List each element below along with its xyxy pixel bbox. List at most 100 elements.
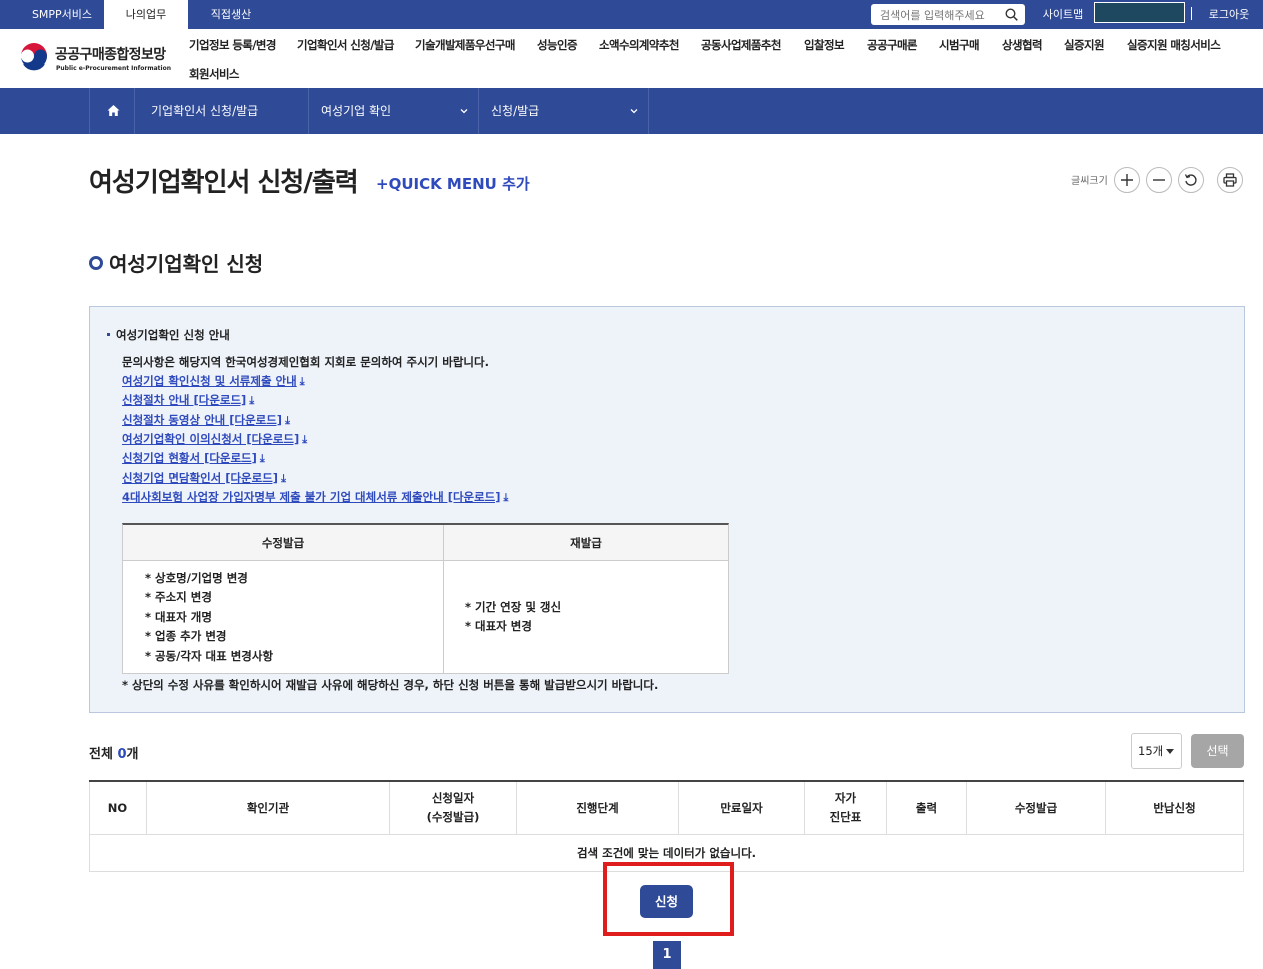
column-header-status: 진행단계 (517, 782, 679, 835)
search-input[interactable] (871, 5, 999, 26)
list-item: * 업종 추가 변경 (145, 629, 227, 644)
column-header-return: 반납신청 (1106, 782, 1244, 835)
gnb-item-demo-matching[interactable]: 실증지원 매칭서비스 (1127, 37, 1221, 53)
home-icon (107, 105, 120, 116)
download-link-label: 신청절차 동영상 안내 [다운로드] (122, 413, 283, 427)
download-arrow-icon: ⤓ (249, 394, 255, 407)
gnb-item-small-contract[interactable]: 소액수의계약추천 (599, 37, 679, 53)
gnb-item-public-purchase[interactable]: 공공구매론 (867, 37, 918, 53)
bullet-dot-icon (107, 333, 110, 336)
section-title-text: 여성기업확인 신청 (109, 252, 264, 276)
section-title: 여성기업확인 신청 (89, 248, 263, 277)
download-link-label: 4대사회보험 사업장 가입자명부 제출 불가 기업 대체서류 제출안내 [다운로… (122, 490, 501, 504)
taegeuk-logo-icon (18, 42, 50, 74)
gnb-item-member[interactable]: 회원서비스 (189, 66, 240, 82)
column-header-self-check: 자가 진단표 (805, 782, 887, 835)
select-button[interactable]: 선택 (1191, 734, 1244, 768)
highlight-box (603, 862, 734, 936)
breadcrumb-level2-dropdown[interactable]: 여성기업 확인 (309, 88, 479, 134)
list-item: * 공동/각자 대표 변경사항 (145, 648, 274, 663)
logo-title: 공공구매종합정보망 (55, 47, 166, 63)
total-suffix: 개 (126, 747, 139, 762)
breadcrumb-level1[interactable]: 기업확인서 신청/발급 (139, 88, 309, 134)
download-link[interactable]: 신청절차 안내 [다운로드] ⤓ (122, 392, 254, 408)
list-item: * 기간 연장 및 갱신 (465, 600, 562, 614)
list-item: * 대표자 개명 (145, 609, 212, 624)
download-arrow-icon: ⤓ (302, 433, 308, 446)
user-info-box (1094, 2, 1185, 23)
total-count-value: 0 (117, 747, 127, 762)
gnb-item-joint-product[interactable]: 공동사업제품추천 (701, 37, 781, 53)
guide-note: * 상단의 수정 사유를 확인하시어 재발급 사유에 해당하신 경우, 하단 신… (122, 678, 659, 692)
font-decrease-button[interactable] (1146, 167, 1172, 193)
tab-direct-production[interactable]: 직접생산 (190, 0, 272, 29)
pagination-page-1[interactable]: 1 (653, 941, 681, 969)
caret-down-icon (1166, 749, 1174, 754)
divider (1191, 7, 1192, 20)
column-header-no: NO (89, 782, 147, 835)
download-link[interactable]: 4대사회보험 사업장 가입자명부 제출 불가 기업 대체서류 제출안내 [다운로… (122, 489, 508, 505)
list-item: * 대표자 변경 (465, 619, 532, 634)
divider (443, 525, 444, 673)
column-header-apply-date: 신청일자 (수정발급) (390, 782, 517, 835)
quick-menu-add-button[interactable]: +QUICK MENU 추가 (376, 173, 530, 194)
top-utility-bar: SMPP서비스 나의업무 직접생산 사이트맵 로그아웃 (0, 0, 1263, 29)
search-icon[interactable] (1005, 8, 1018, 21)
gnb-item-tech-purchase[interactable]: 기술개발제품우선구매 (415, 37, 515, 53)
reissue-reason-table: 수정발급 재발급 * 상호명/기업명 변경 * 주소지 변경 * 대표자 개명 … (122, 523, 729, 674)
guide-heading-text: 여성기업확인 신청 안내 (116, 328, 230, 342)
column-header-agency: 확인기관 (147, 782, 390, 835)
download-arrow-icon: ⤓ (259, 452, 265, 465)
application-list-table: NO 확인기관 신청일자 (수정발급) 진행단계 만료일자 자가 진단표 출력 … (89, 780, 1244, 872)
download-link[interactable]: 신청기업 현황서 [다운로드] ⤓ (122, 450, 265, 466)
gnb-item-cooperation[interactable]: 상생협력 (1002, 37, 1043, 53)
minus-icon (1153, 179, 1165, 181)
download-arrow-icon: ⤓ (299, 375, 305, 388)
bullet-ring-icon (89, 256, 103, 270)
search-box (871, 4, 1025, 26)
font-increase-button[interactable] (1114, 167, 1140, 193)
sitemap-link[interactable]: 사이트맵 (1036, 0, 1090, 29)
page-size-value: 15개 (1138, 744, 1164, 758)
page-size-select[interactable]: 15개 (1131, 733, 1182, 769)
download-link-label: 신청절차 안내 [다운로드] (122, 393, 247, 407)
application-guide-box: 여성기업확인 신청 안내 문의사항은 해당지역 한국여성경제인협회 지회로 문의… (89, 306, 1245, 713)
list-item: * 주소지 변경 (145, 590, 212, 605)
plus-icon (1121, 174, 1133, 186)
tab-my-work[interactable]: 나의업무 (104, 0, 188, 29)
logout-link[interactable]: 로그아웃 (1203, 0, 1255, 29)
download-arrow-icon: ⤓ (503, 491, 509, 504)
column-header-expiry: 만료일자 (679, 782, 805, 835)
breadcrumb-level1-label: 기업확인서 신청/발급 (151, 104, 259, 118)
font-reset-button[interactable] (1178, 167, 1204, 193)
table-header-reissue: 재발급 (444, 525, 728, 561)
download-link[interactable]: 신청절차 동영상 안내 [다운로드] ⤓ (122, 412, 290, 428)
download-arrow-icon: ⤓ (285, 414, 290, 427)
tab-smpp[interactable]: SMPP서비스 (17, 0, 107, 29)
breadcrumb-level3-dropdown[interactable]: 신청/발급 (479, 88, 649, 134)
download-link[interactable]: 여성기업 확인신청 및 서류제출 안내 ⤓ (122, 373, 305, 389)
print-button[interactable] (1217, 167, 1243, 193)
gnb-item-bid-info[interactable]: 입찰정보 (804, 37, 845, 53)
printer-icon (1223, 173, 1237, 187)
gnb-item-company-info[interactable]: 기업정보 등록/변경 (189, 37, 276, 53)
download-link[interactable]: 여성기업확인 이의신청서 [다운로드] ⤓ (122, 431, 307, 447)
gnb-item-pilot-purchase[interactable]: 시범구매 (939, 37, 980, 53)
breadcrumb-level3-label: 신청/발급 (491, 104, 540, 118)
gnb-item-performance[interactable]: 성능인증 (537, 37, 578, 53)
list-item: * 상호명/기업명 변경 (145, 571, 248, 585)
page-title: 여성기업확인서 신청/출력 (89, 168, 359, 198)
column-header-print: 출력 (887, 782, 967, 835)
download-arrow-icon: ⤓ (281, 472, 286, 485)
guide-heading: 여성기업확인 신청 안내 (107, 327, 230, 343)
gnb-item-certificate[interactable]: 기업확인서 신청/발급 (297, 37, 394, 53)
font-size-label: 글씨크기 (1071, 176, 1108, 187)
download-link[interactable]: 신청기업 면담확인서 [다운로드] ⤓ (122, 470, 286, 486)
download-link-label: 여성기업확인 이의신청서 [다운로드] (122, 432, 300, 446)
home-button[interactable] (89, 88, 135, 134)
logo-subtitle: Public e-Procurement Information (56, 65, 171, 72)
download-link-label: 신청기업 현황서 [다운로드] (122, 451, 257, 465)
guide-description: 문의사항은 해당지역 한국여성경제인협회 지회로 문의하여 주시기 바랍니다. (122, 355, 489, 369)
modify-reason-list: * 상호명/기업명 변경 * 주소지 변경 * 대표자 개명 * 업종 추가 변… (145, 569, 273, 666)
gnb-item-demonstration[interactable]: 실증지원 (1064, 37, 1105, 53)
